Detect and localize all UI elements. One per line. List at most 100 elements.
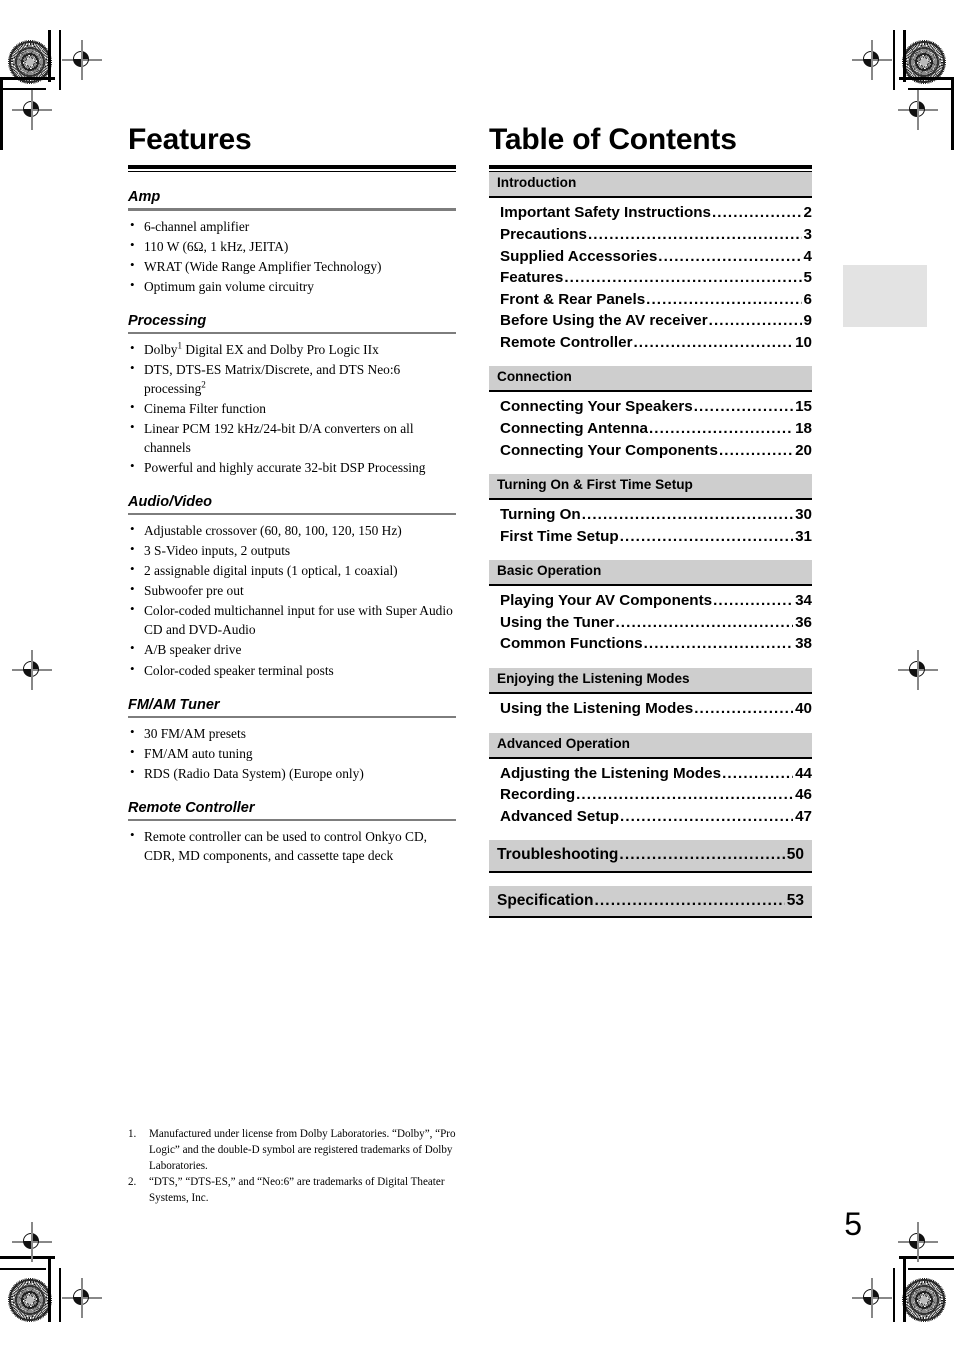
- toc-dot-leader: ........................................…: [564, 269, 801, 287]
- footnote-number: 2.: [128, 1176, 137, 1189]
- toc-group: Turning On & First Time Setup Turning On.…: [489, 474, 812, 547]
- toc-entry-page: 3: [803, 225, 812, 243]
- feature-list-item: Adjustable crossover (60, 80, 100, 120, …: [128, 520, 456, 540]
- toc-section-header: Basic Operation: [489, 560, 812, 587]
- toc-entry-label: Supplied Accessories: [500, 247, 658, 265]
- toc-entry[interactable]: Important Safety Instructions...........…: [489, 202, 812, 224]
- section-rule: [128, 818, 456, 822]
- toc-entry-label: Specification: [497, 891, 594, 909]
- toc-dot-leader: ........................................…: [694, 699, 793, 717]
- toc-entry[interactable]: Adjusting the Listening Modes...........…: [489, 763, 812, 785]
- toc-entry[interactable]: Using the Listening Modes...............…: [489, 698, 812, 720]
- toc-dot-leader: ........................................…: [711, 204, 802, 222]
- feature-list-item: 2 assignable digital inputs (1 optical, …: [128, 560, 456, 580]
- feature-list-item: DTS, DTS-ES Matrix/Discrete, and DTS Neo…: [128, 359, 456, 398]
- toc-group: Basic Operation Playing Your AV Component…: [489, 560, 812, 655]
- toc-entry[interactable]: Turning On..............................…: [489, 504, 812, 526]
- section-thumb-tab: [843, 265, 927, 327]
- toc-entry[interactable]: Remote Controller.......................…: [489, 332, 812, 354]
- feature-list: 6-channel amplifier110 W (6Ω, 1 kHz, JEI…: [128, 216, 456, 296]
- feature-list-item: Subwoofer pre out: [128, 580, 456, 600]
- toc-entry-list: Turning On..............................…: [489, 500, 812, 547]
- feature-list-item: A/B speaker drive: [128, 639, 456, 659]
- toc-entry-page: 53: [786, 891, 804, 909]
- toc-group: Troubleshooting.........................…: [489, 840, 812, 873]
- toc-entry[interactable]: Specification...........................…: [489, 885, 812, 919]
- feature-list-item: Cinema Filter function: [128, 398, 456, 418]
- toc-entry-label: Important Safety Instructions: [500, 204, 711, 222]
- toc-entry-list: Using the Listening Modes...............…: [489, 694, 812, 720]
- toc-entry-label: Turning On: [500, 506, 581, 524]
- toc-dot-leader: ........................................…: [581, 506, 794, 524]
- feature-list-item: Color-coded speaker terminal posts: [128, 660, 456, 680]
- toc-entry-label: Front & Rear Panels: [500, 290, 646, 308]
- toc-entry[interactable]: Connecting Your Speakers................…: [489, 396, 812, 418]
- page-number: 5: [844, 1206, 862, 1242]
- section-rule: [128, 513, 456, 516]
- feature-section-heading: Processing: [128, 312, 207, 329]
- toc-entry-label: Connecting Your Speakers: [500, 398, 693, 416]
- toc-entry-label: Connecting Your Components: [500, 441, 718, 459]
- feature-list-item: Powerful and highly accurate 32-bit DSP …: [128, 457, 456, 477]
- toc-entry[interactable]: Troubleshooting.........................…: [489, 840, 812, 873]
- feature-list: Remote controller can be used to control…: [128, 826, 456, 865]
- toc-entry-label: Precautions: [500, 225, 587, 243]
- toc-entry-page: 34: [795, 592, 812, 610]
- toc-dot-leader: ........................................…: [708, 312, 802, 330]
- toc-group-list: Introduction Important Safety Instruction…: [489, 172, 812, 919]
- feature-section-heading: Amp: [128, 189, 161, 206]
- toc-entry[interactable]: Advanced Setup..........................…: [489, 806, 812, 828]
- toc-entry[interactable]: Playing Your AV Components..............…: [489, 590, 812, 612]
- toc-entry-page: 46: [795, 786, 812, 804]
- toc-entry-list: Adjusting the Listening Modes...........…: [489, 759, 812, 828]
- section-rule: [128, 208, 456, 211]
- toc-entry-page: 20: [795, 441, 812, 459]
- toc-dot-leader: ........................................…: [594, 891, 784, 909]
- feature-list-item: FM/AM auto tuning: [128, 743, 456, 763]
- page-title-toc: Table of Contents: [489, 123, 737, 156]
- toc-entry[interactable]: Precautions.............................…: [489, 224, 812, 246]
- toc-entry[interactable]: Supplied Accessories....................…: [489, 246, 812, 268]
- toc-dot-leader: ........................................…: [722, 764, 793, 782]
- toc-entry-page: 15: [795, 398, 812, 416]
- feature-list-item: 30 FM/AM presets: [128, 723, 456, 743]
- feature-list-item: WRAT (Wide Range Amplifier Technology): [128, 256, 456, 276]
- toc-entry[interactable]: Features................................…: [489, 267, 812, 289]
- toc-dot-leader: ........................................…: [620, 807, 793, 825]
- toc-entry[interactable]: Before Using the AV receiver............…: [489, 310, 812, 332]
- feature-list-item: Linear PCM 192 kHz/24-bit D/A converters…: [128, 418, 456, 457]
- section-rule: [128, 331, 456, 334]
- toc-dot-leader: ........................................…: [619, 527, 793, 545]
- toc-entry-page: 10: [795, 333, 812, 351]
- toc-entry[interactable]: Front & Rear Panels.....................…: [489, 289, 812, 311]
- toc-entry-label: Troubleshooting: [497, 846, 619, 864]
- toc-entry-label: Before Using the AV receiver: [500, 312, 708, 330]
- toc-entry-page: 44: [795, 764, 812, 782]
- feature-section-heading: Audio/Video: [128, 494, 213, 511]
- toc-entry-page: 5: [803, 269, 812, 287]
- toc-entry[interactable]: Recording...............................…: [489, 784, 812, 806]
- toc-dot-leader: ........................................…: [658, 247, 802, 265]
- feature-list: 30 FM/AM presetsFM/AM auto tuningRDS (Ra…: [128, 723, 456, 783]
- toc-entry-list: Important Safety Instructions...........…: [489, 198, 812, 353]
- toc-section-header: Turning On & First Time Setup: [489, 474, 812, 501]
- toc-entry[interactable]: Using the Tuner.........................…: [489, 612, 812, 634]
- toc-dot-leader: ........................................…: [648, 419, 793, 437]
- toc-group: Enjoying the Listening Modes Using the Li…: [489, 668, 812, 720]
- footnote-number: 1.: [128, 1128, 137, 1140]
- toc-entry[interactable]: Connecting Antenna......................…: [489, 418, 812, 440]
- toc-entry-page: 40: [795, 699, 812, 717]
- toc-dot-leader: ........................................…: [713, 592, 793, 610]
- toc-dot-leader: ........................................…: [619, 846, 785, 864]
- toc-section-header: Enjoying the Listening Modes: [489, 668, 812, 694]
- title-rule: [128, 164, 456, 169]
- feature-list-item: Dolby1 Digital EX and Dolby Pro Logic II…: [128, 339, 456, 359]
- toc-dot-leader: ........................................…: [615, 613, 793, 631]
- toc-entry[interactable]: Connecting Your Components..............…: [489, 440, 812, 462]
- toc-entry[interactable]: First Time Setup........................…: [489, 526, 812, 548]
- feature-section-heading: FM/AM Tuner: [128, 696, 220, 713]
- toc-entry-label: Connecting Antenna: [500, 419, 648, 437]
- toc-entry[interactable]: Common Functions........................…: [489, 633, 812, 655]
- footnote-text: “DTS,” “DTS-ES,” and “Neo:6” are tradema…: [149, 1176, 445, 1205]
- toc-entry-label: First Time Setup: [500, 527, 619, 545]
